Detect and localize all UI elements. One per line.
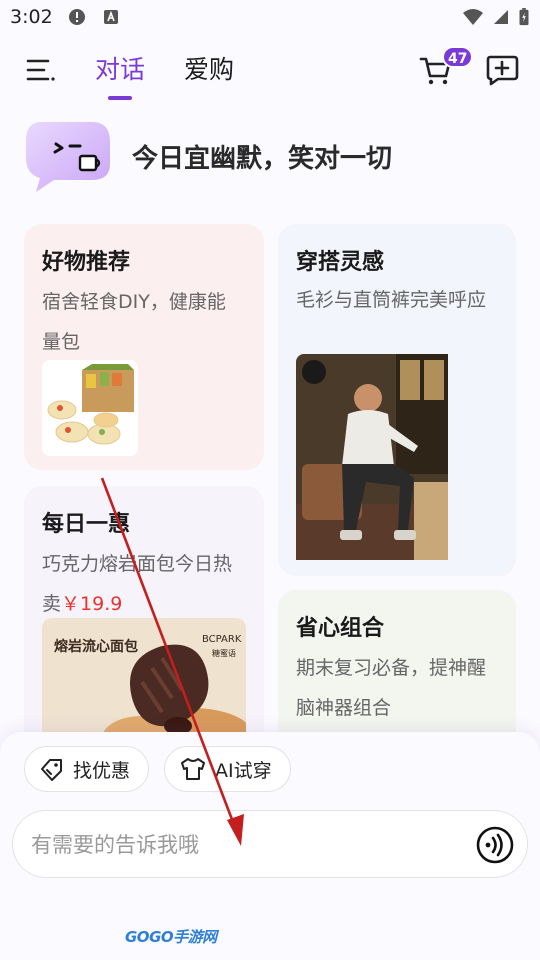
annotation-arrow [100, 477, 244, 846]
watermark-logo: GOGO手游网 [125, 928, 217, 946]
